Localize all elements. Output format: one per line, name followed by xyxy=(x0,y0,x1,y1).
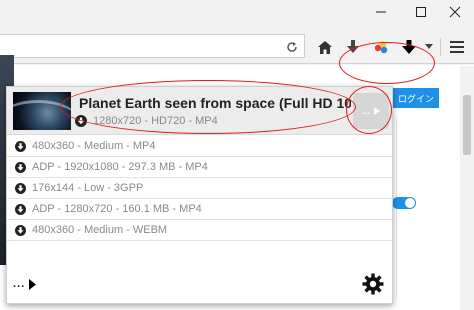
download-circle-icon xyxy=(15,161,26,173)
format-row[interactable]: ADP - 1280x720 - 160.1 MB - MP4 xyxy=(7,199,392,220)
video-thumbnail xyxy=(13,92,71,130)
format-row[interactable]: 176x144 - Low - 3GPP xyxy=(7,178,392,199)
browser-menu-button[interactable] xyxy=(446,36,468,58)
format-label: 480x360 - Medium - MP4 xyxy=(32,140,156,152)
format-label: ADP - 1920x1080 - 297.3 MB - MP4 xyxy=(32,161,208,173)
format-row[interactable]: 480x360 - Medium - MP4 xyxy=(7,136,392,157)
format-row[interactable]: ADP - 1920x1080 - 297.3 MB - MP4 xyxy=(7,157,392,178)
close-icon xyxy=(449,6,461,18)
close-button[interactable] xyxy=(440,2,470,22)
download-helper-button[interactable] xyxy=(398,36,420,58)
download-extension-button[interactable] xyxy=(342,36,364,58)
footer-dots: ... xyxy=(13,278,26,290)
play-arrow-icon xyxy=(374,107,381,115)
footer-more-button[interactable]: ... xyxy=(13,278,37,290)
reload-icon xyxy=(287,42,297,52)
format-label: ADP - 1280x720 - 160.1 MB - MP4 xyxy=(32,203,202,215)
download-circle-icon xyxy=(15,182,26,194)
colorful-extension-icon xyxy=(374,41,388,54)
url-bar[interactable] xyxy=(0,34,305,58)
download-gray-icon xyxy=(347,40,359,53)
minimize-button[interactable] xyxy=(366,2,396,22)
popup-footer: ... xyxy=(7,264,392,304)
format-row[interactable]: 480x360 - Medium - WEBM xyxy=(7,220,392,241)
login-button[interactable]: ログイン xyxy=(393,88,439,108)
chevron-down-icon xyxy=(425,44,433,49)
video-format-line: 1280x720 - HD720 - MP4 xyxy=(75,115,218,127)
toolbar-separator xyxy=(440,38,441,56)
gear-icon xyxy=(362,273,384,295)
format-list: 480x360 - Medium - MP4 ADP - 1920x1080 -… xyxy=(7,136,392,241)
more-dots: ... xyxy=(361,105,371,117)
format-label: 480x360 - Medium - WEBM xyxy=(32,224,168,236)
minimize-icon xyxy=(376,11,386,13)
more-actions-button[interactable]: ... xyxy=(353,93,389,129)
video-title: Planet Earth seen from space (Full HD 10… xyxy=(79,95,351,111)
format-label: 176x144 - Low - 3GPP xyxy=(32,182,144,194)
download-dropdown-button[interactable] xyxy=(422,36,436,58)
download-circle-icon xyxy=(75,115,87,127)
browser-toolbar xyxy=(0,28,474,64)
video-format: 1280x720 - HD720 - MP4 xyxy=(93,115,218,127)
window-titlebar xyxy=(0,0,474,28)
download-circle-icon xyxy=(15,224,26,236)
download-circle-icon xyxy=(15,203,26,215)
download-popup: Planet Earth seen from space (Full HD 10… xyxy=(6,86,393,304)
reload-button[interactable] xyxy=(283,38,301,56)
home-button[interactable] xyxy=(314,36,336,58)
maximize-icon xyxy=(416,7,426,17)
play-arrow-icon xyxy=(29,278,37,290)
maximize-button[interactable] xyxy=(406,2,436,22)
settings-button[interactable] xyxy=(362,273,384,300)
scrollbar-thumb[interactable] xyxy=(463,95,471,155)
page-toggle[interactable] xyxy=(392,197,416,209)
hamburger-menu-icon xyxy=(450,41,464,53)
download-circle-icon xyxy=(15,140,26,152)
colorful-extension-button[interactable] xyxy=(370,36,392,58)
download-black-icon xyxy=(402,39,416,54)
home-icon xyxy=(318,40,332,54)
popup-header[interactable]: Planet Earth seen from space (Full HD 10… xyxy=(7,87,392,135)
